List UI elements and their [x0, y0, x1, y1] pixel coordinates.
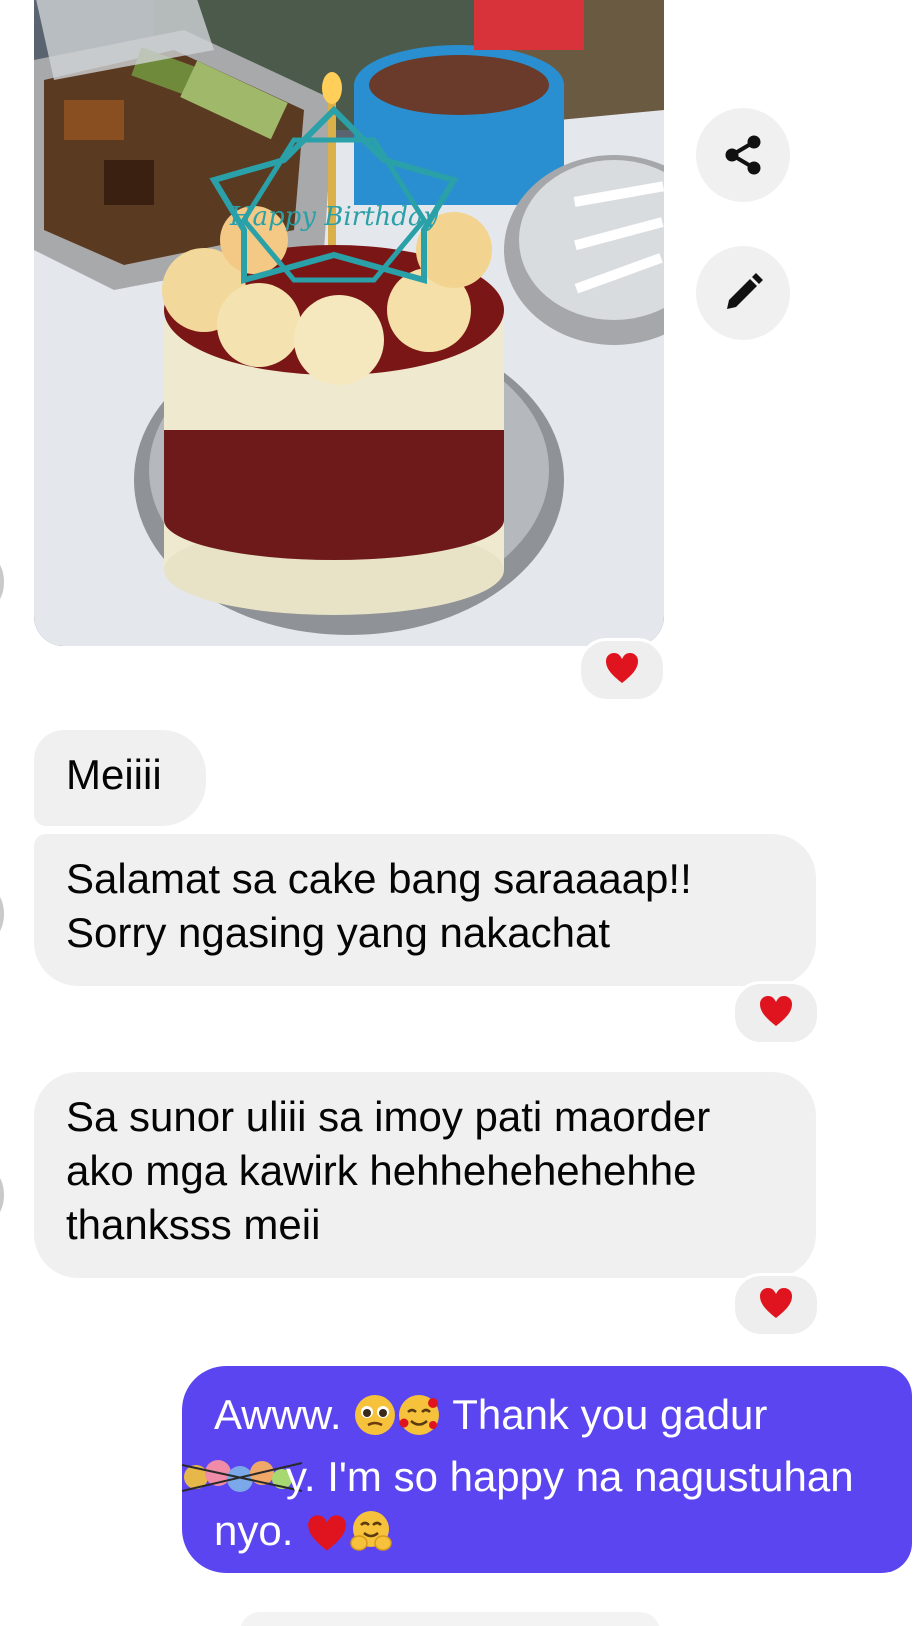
message-line: nyo.: [214, 1504, 882, 1566]
red-heart-icon: [758, 994, 794, 1033]
cake-photo: Happy Birthday: [34, 0, 664, 646]
cake-topper-text: Happy Birthday: [229, 202, 439, 232]
message-text: Sa sunor uliii sa imoy pati maorder ako …: [66, 1093, 711, 1248]
pencil-icon: [727, 273, 763, 309]
sender-avatar[interactable]: [0, 1173, 4, 1217]
message-reaction[interactable]: [732, 1273, 820, 1337]
message-text: nyo.: [214, 1507, 306, 1554]
smiling-face-with-hearts-icon: [397, 1393, 441, 1450]
red-heart-icon: [758, 1286, 794, 1325]
message-text: Awww.: [214, 1391, 354, 1438]
message-text: Thank you gadur: [441, 1391, 768, 1438]
message-text: y. I'm so happy na nagustuhan: [286, 1453, 854, 1500]
incoming-message[interactable]: Salamat sa cake bang saraaaap!! Sorry ng…: [34, 834, 816, 986]
edit-button[interactable]: [696, 246, 790, 340]
message-text: Meiiii: [66, 751, 162, 798]
share-icon: [725, 135, 761, 175]
incoming-message[interactable]: Sa sunor uliii sa imoy pati maorder ako …: [34, 1072, 816, 1278]
share-button[interactable]: [696, 108, 790, 202]
incoming-message[interactable]: Meiiii: [34, 730, 206, 826]
red-heart-icon: [305, 1512, 349, 1566]
message-line: y. I'm so happy na nagustuhan: [181, 1450, 882, 1504]
outgoing-message[interactable]: Awww. Thank you gadur y. I'm so happy na…: [181, 1366, 912, 1573]
message-text: Salamat sa cake bang saraaaap!! Sorry ng…: [66, 855, 692, 956]
hugging-face-icon: [349, 1509, 393, 1566]
photo-message[interactable]: Happy Birthday: [34, 0, 664, 646]
pleading-face-icon: [353, 1393, 397, 1450]
photo-reaction[interactable]: [578, 638, 666, 702]
sender-avatar[interactable]: [0, 560, 4, 604]
message-reaction[interactable]: [732, 981, 820, 1045]
chat-screen: Happy Birthday Meiiii Salamat sa cake ba…: [0, 0, 914, 1626]
next-message-stub: [240, 1612, 660, 1626]
message-line: Awww. Thank you gadur: [214, 1388, 882, 1450]
red-heart-icon: [604, 651, 640, 690]
sender-avatar[interactable]: [0, 892, 4, 936]
